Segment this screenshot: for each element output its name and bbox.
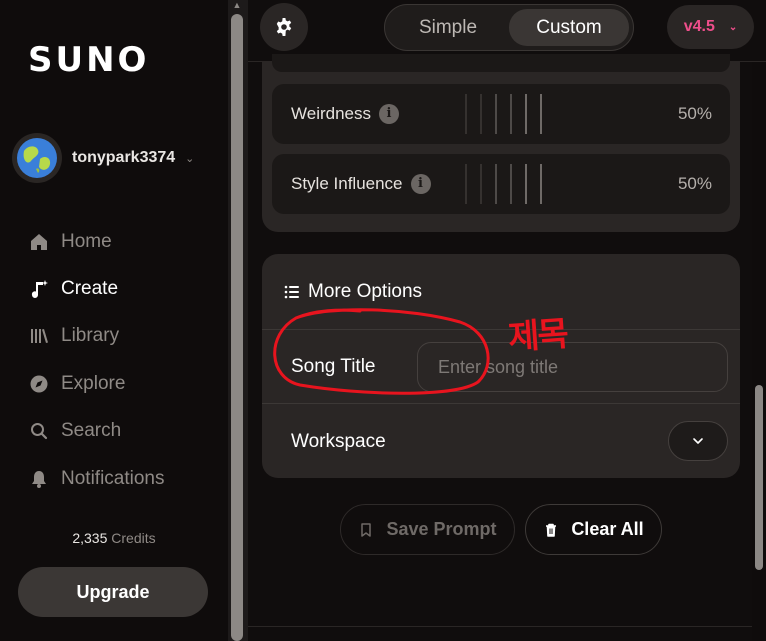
sidebar-item-notifications[interactable]: Notifications — [28, 455, 165, 502]
save-prompt-button[interactable]: Save Prompt — [340, 504, 515, 555]
sidebar-item-search[interactable]: Search — [28, 408, 165, 455]
credits-label: Credits — [111, 530, 156, 546]
weirdness-slider[interactable] — [465, 94, 646, 134]
weirdness-label: Weirdness — [291, 104, 371, 123]
credits-display: 2,335 Credits — [0, 530, 228, 546]
bell-icon — [28, 468, 50, 490]
divider — [262, 329, 740, 330]
save-prompt-label: Save Prompt — [386, 519, 497, 539]
slider-tick — [510, 94, 512, 134]
style-influence-slider-row: Style Influence i 50% — [272, 154, 730, 214]
bookmark-icon — [361, 522, 372, 537]
gear-icon — [276, 18, 292, 36]
chevron-down-icon: ⌄ — [728, 21, 738, 33]
sidebar-item-label: Library — [61, 325, 120, 347]
sidebar-item-library[interactable]: Library — [28, 313, 165, 360]
weirdness-slider-row: Weirdness i 50% — [272, 84, 730, 144]
sidebar-item-home[interactable]: Home — [28, 218, 165, 265]
more-options-header[interactable]: More Options — [284, 281, 422, 303]
sidebar-item-label: Home — [61, 230, 112, 252]
clear-all-label: Clear All — [571, 519, 644, 539]
sidebar-item-label: Notifications — [61, 467, 165, 489]
style-influence-value: 50% — [677, 174, 712, 193]
credits-value: 2,335 — [72, 530, 108, 546]
suno-logo[interactable]: SUNO — [28, 40, 149, 80]
model-version-select[interactable]: v4.5 ⌄ — [667, 5, 754, 49]
more-options-card: More Options Song Title Workspace — [262, 254, 740, 478]
settings-button[interactable] — [260, 3, 308, 51]
avatar — [12, 133, 62, 183]
sidebar-item-label: Search — [61, 420, 122, 442]
model-version-label: v4.5 — [683, 18, 715, 35]
divider — [262, 403, 740, 404]
weirdness-value: 50% — [677, 104, 712, 123]
sidebar: SUNO tonypark3374 ⌄ Home Create Library … — [0, 0, 228, 641]
info-icon[interactable]: i — [410, 174, 431, 194]
username: tonypark3374 — [72, 149, 176, 166]
chevron-down-icon: ⌄ — [185, 152, 195, 165]
song-title-input[interactable] — [417, 342, 728, 392]
list-icon — [284, 285, 299, 299]
style-influence-label: Style Influence — [291, 174, 403, 193]
sidebar-item-label: Create — [61, 278, 119, 300]
song-title-label: Song Title — [291, 356, 376, 377]
slider-tick — [465, 164, 467, 204]
mode-toggle: Simple Custom — [384, 4, 634, 51]
library-icon — [28, 325, 50, 347]
slider-tick — [495, 164, 497, 204]
scroll-up-arrow-icon[interactable]: ▲ — [232, 0, 242, 10]
clear-all-button[interactable]: Clear All — [525, 504, 662, 555]
compass-icon — [28, 373, 50, 395]
globe-avatar-icon — [17, 138, 57, 178]
slider-tick — [465, 94, 467, 134]
workspace-dropdown[interactable] — [668, 421, 728, 461]
chevron-down-icon — [693, 438, 703, 444]
divider — [248, 626, 766, 627]
mode-custom-tab[interactable]: Custom — [509, 9, 629, 46]
search-icon — [28, 420, 50, 442]
slider-tick — [510, 164, 512, 204]
slider-tick — [525, 164, 527, 204]
trash-icon — [546, 523, 557, 537]
create-topbar: Simple Custom v4.5 ⌄ — [248, 0, 766, 62]
create-icon — [28, 278, 50, 300]
account-menu[interactable]: tonypark3374 ⌄ — [12, 133, 194, 183]
workspace-label: Workspace — [291, 431, 386, 452]
slider-tick — [480, 94, 482, 134]
slider-tick — [525, 94, 527, 134]
sidebar-item-explore[interactable]: Explore — [28, 360, 165, 407]
info-icon[interactable]: i — [379, 104, 399, 124]
create-panel: Simple Custom v4.5 ⌄ Weirdness i 50% Sty… — [248, 0, 766, 641]
mode-simple-tab[interactable]: Simple — [389, 9, 507, 46]
slider-tick — [540, 164, 542, 204]
more-options-label: More Options — [308, 281, 423, 302]
previous-field-stub — [272, 54, 730, 72]
slider-tick — [495, 94, 497, 134]
slider-tick — [480, 164, 482, 204]
sidebar-item-label: Explore — [61, 372, 126, 394]
advanced-options-card: Weirdness i 50% Style Influence i 50% — [262, 54, 740, 232]
sidebar-nav: Home Create Library Explore Search Notif… — [28, 218, 165, 502]
sidebar-item-create[interactable]: Create — [28, 265, 165, 312]
home-icon — [28, 231, 50, 253]
style-influence-slider[interactable] — [465, 164, 646, 204]
slider-tick — [540, 94, 542, 134]
panel-scrollbar-thumb[interactable] — [755, 385, 763, 570]
upgrade-button[interactable]: Upgrade — [18, 567, 208, 617]
page-scrollbar-thumb[interactable] — [231, 14, 243, 641]
